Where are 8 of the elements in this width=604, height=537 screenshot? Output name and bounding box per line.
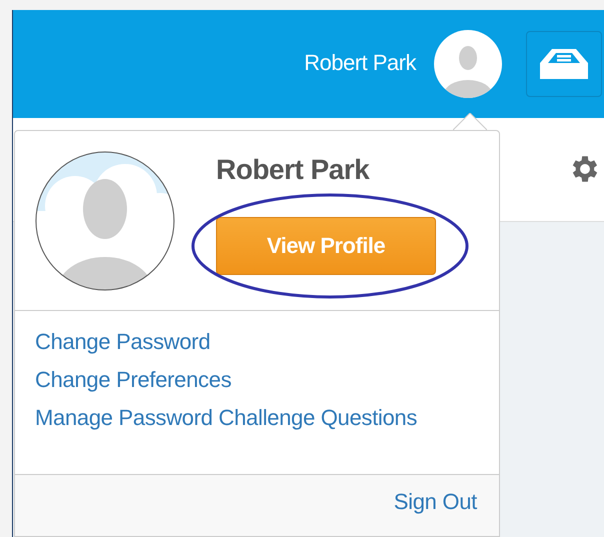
profile-name: Robert Park <box>216 153 370 187</box>
inbox-icon <box>540 47 588 81</box>
inbox-button[interactable] <box>526 31 602 97</box>
menu-link[interactable]: Change Preferences <box>35 367 232 393</box>
user-name[interactable]: Robert Park <box>304 50 416 76</box>
menu-link[interactable]: Manage Password Challenge Questions <box>35 405 418 431</box>
sign-out-link[interactable]: Sign Out <box>394 489 477 515</box>
menu-link[interactable]: Change Password <box>35 329 210 355</box>
